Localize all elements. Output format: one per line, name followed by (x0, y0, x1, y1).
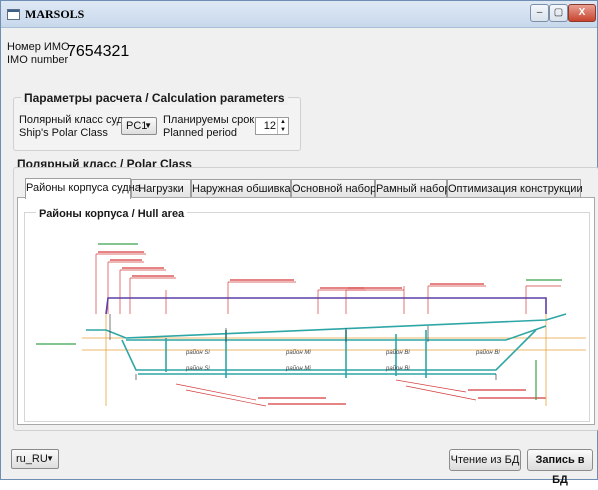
imo-label-en: IMO number (7, 54, 69, 66)
planned-period-label-en: Planned period (163, 127, 238, 139)
imo-label-ru: Номер ИМО (7, 41, 70, 53)
spin-up-icon[interactable]: ▲ (277, 118, 288, 126)
locale-select[interactable]: ru_RU ▼ (11, 449, 59, 469)
tab-main-framing[interactable]: Основной набор (291, 179, 376, 198)
region-bi-lower: район Bi (385, 365, 410, 372)
planned-period-spinbox[interactable]: 12 ▲ ▼ (255, 117, 289, 135)
tab-outer-shell[interactable]: Наружная обшивка (191, 179, 291, 198)
imo-number-value: 7654321 (67, 43, 130, 60)
hull-outline (86, 313, 567, 378)
chevron-down-icon: ▼ (144, 121, 152, 130)
region-bi-bow: район Bi (475, 349, 500, 356)
polar-class-label-ru: Полярный класс судна (19, 114, 136, 126)
spin-down-icon[interactable]: ▼ (277, 126, 288, 134)
region-si-lower: район Si (185, 365, 210, 372)
app-window: MARSOLS – ▢ X Номер ИМО IMO number 76543… (0, 0, 598, 486)
deck-line (105, 297, 547, 315)
tab-web-framing[interactable]: Рамный набор (375, 179, 451, 198)
region-mi-lower: район Mi (285, 365, 311, 372)
planned-period-value: 12 (263, 120, 276, 132)
calculation-parameters-title: Параметры расчета / Calculation paramete… (21, 91, 288, 105)
title-bar: MARSOLS – ▢ X (1, 1, 597, 28)
tab-optimization[interactable]: Оптимизация конструкции (447, 179, 583, 198)
write-to-db-button[interactable]: Запись в БД (527, 449, 593, 486)
close-button[interactable]: X (568, 4, 596, 22)
region-mi-upper: район Mi (285, 349, 311, 356)
tab-hull-regions[interactable]: Районы корпуса судна (25, 178, 141, 199)
window-title: MARSOLS (25, 7, 85, 21)
annotation-labels (98, 251, 546, 405)
tab-pane-hull-regions: Районы корпуса / Hull area район Si райо… (17, 197, 595, 425)
hull-area-title: Районы корпуса / Hull area (36, 208, 188, 220)
polar-class-select[interactable]: PC1 ▼ (121, 117, 157, 135)
hull-diagram: район Si район Mi район Bi район Bi райо… (36, 243, 586, 407)
polar-class-label-en: Ship's Polar Class (19, 127, 108, 139)
region-si-upper: район Si (185, 349, 210, 356)
locale-value: ru_RU (16, 453, 48, 465)
read-from-db-button[interactable]: Чтение из БД (449, 449, 521, 471)
app-icon (7, 9, 20, 20)
region-bi-upper: район Bi (385, 349, 410, 356)
maximize-button[interactable]: ▢ (549, 4, 568, 22)
minimize-button[interactable]: – (530, 4, 549, 22)
waterlines (82, 314, 586, 406)
planned-period-label-ru: Планируемы срок (163, 114, 255, 126)
chevron-down-icon: ▼ (46, 454, 54, 463)
